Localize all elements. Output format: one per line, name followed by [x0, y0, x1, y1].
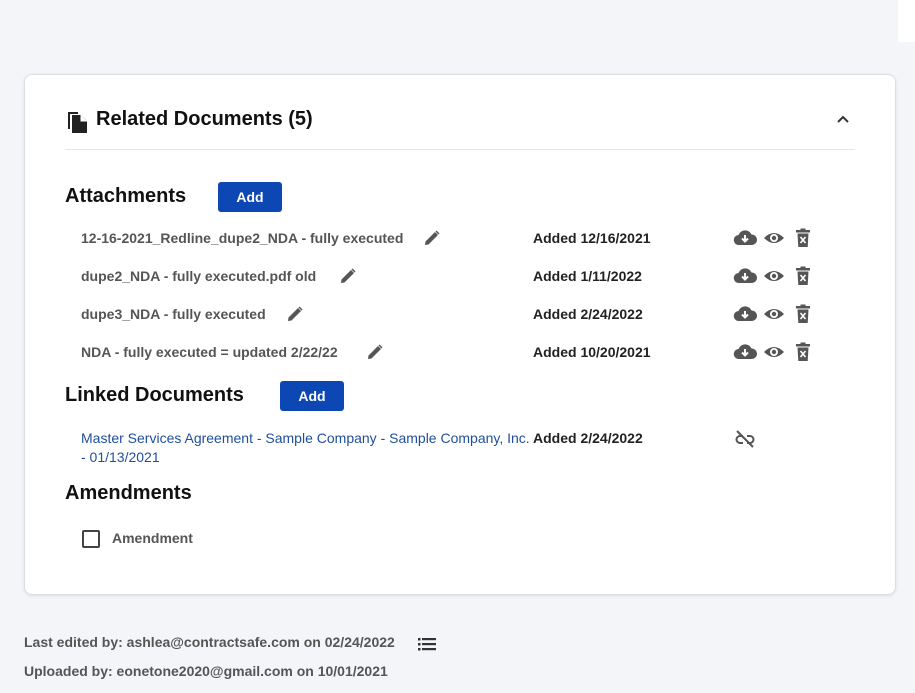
add-linked-document-button[interactable]: Add	[280, 381, 344, 411]
chevron-up-icon[interactable]	[835, 111, 851, 127]
cloud-download-icon[interactable]	[733, 228, 757, 248]
linked-documents-heading: Linked Documents	[65, 384, 244, 406]
attachment-row: dupe3_NDA - fully executed Added 2/24/20…	[81, 303, 841, 327]
attachment-row: 12-16-2021_Redline_dupe2_NDA - fully exe…	[81, 227, 841, 251]
attachment-added-date: Added 2/24/2022	[533, 306, 643, 322]
attachment-row: NDA - fully executed = updated 2/22/22 A…	[81, 341, 841, 365]
unlink-icon[interactable]	[734, 429, 756, 449]
cloud-download-icon[interactable]	[733, 266, 757, 286]
attachments-heading: Attachments	[65, 185, 187, 207]
cloud-download-icon[interactable]	[733, 304, 757, 324]
list-icon[interactable]	[417, 636, 437, 652]
trash-icon[interactable]	[795, 266, 811, 286]
attachment-name[interactable]: dupe3_NDA - fully executed	[81, 306, 266, 322]
amendment-checkbox[interactable]	[82, 530, 100, 548]
trash-icon[interactable]	[795, 304, 811, 324]
document-copy-icon	[68, 112, 87, 133]
add-attachment-button[interactable]: Add	[218, 182, 282, 212]
pencil-icon[interactable]	[424, 230, 440, 246]
top-right-strip	[898, 0, 915, 42]
attachment-added-date: Added 12/16/2021	[533, 230, 651, 246]
card-header[interactable]: Related Documents (5)	[65, 103, 855, 150]
linked-document-link[interactable]: Master Services Agreement - Sample Compa…	[81, 429, 531, 467]
pencil-icon[interactable]	[340, 268, 356, 284]
pencil-icon[interactable]	[367, 344, 383, 360]
eye-icon[interactable]	[763, 266, 785, 286]
attachment-row: dupe2_NDA - fully executed.pdf old Added…	[81, 265, 841, 289]
last-edited-text: Last edited by: ashlea@contractsafe.com …	[24, 634, 395, 650]
attachment-name[interactable]: dupe2_NDA - fully executed.pdf old	[81, 268, 316, 284]
linked-document-added-date: Added 2/24/2022	[533, 430, 643, 446]
cloud-download-icon[interactable]	[733, 342, 757, 362]
uploaded-by-text: Uploaded by: eonetone2020@gmail.com on 1…	[24, 663, 388, 679]
card-title: Related Documents (5)	[96, 108, 313, 130]
attachment-name[interactable]: NDA - fully executed = updated 2/22/22	[81, 344, 338, 360]
related-documents-card: Related Documents (5) Attachments Add 12…	[24, 74, 896, 595]
attachment-name[interactable]: 12-16-2021_Redline_dupe2_NDA - fully exe…	[81, 230, 403, 246]
eye-icon[interactable]	[763, 304, 785, 324]
trash-icon[interactable]	[795, 342, 811, 362]
attachment-added-date: Added 10/20/2021	[533, 344, 651, 360]
attachment-added-date: Added 1/11/2022	[533, 268, 642, 284]
trash-icon[interactable]	[795, 228, 811, 248]
amendment-checkbox-label: Amendment	[112, 530, 193, 546]
pencil-icon[interactable]	[287, 306, 303, 322]
amendments-heading: Amendments	[65, 482, 192, 504]
eye-icon[interactable]	[763, 342, 785, 362]
eye-icon[interactable]	[763, 228, 785, 248]
